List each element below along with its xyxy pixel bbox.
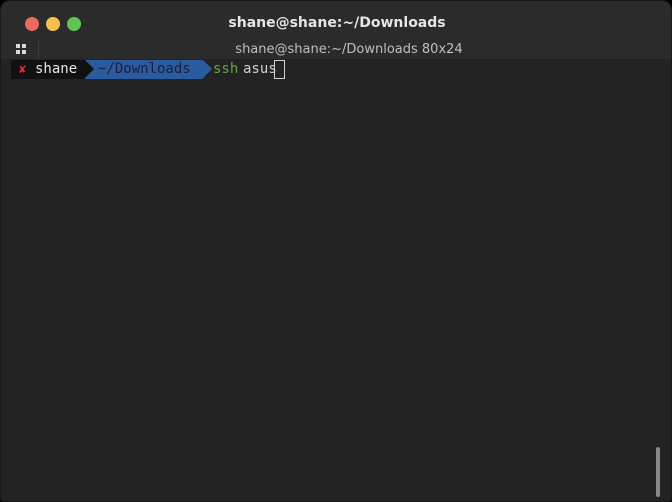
prompt-separator-arrow [85, 60, 94, 78]
tab-bar: shane@shane:~/Downloads 80x24 [1, 41, 671, 59]
terminal-window: shane@shane:~/Downloads shane@shane:~/Do… [0, 0, 672, 502]
text-cursor [274, 60, 285, 79]
window-title: shane@shane:~/Downloads [228, 15, 446, 31]
title-bar[interactable]: shane@shane:~/Downloads [1, 1, 671, 42]
command-text: ssh [213, 61, 239, 77]
error-status-icon: ✘ [19, 62, 27, 76]
prompt-separator-arrow-end [203, 60, 212, 78]
prompt-user: shane [35, 61, 78, 77]
command-argument: asus [243, 61, 277, 77]
prompt-directory: ~/Downloads [98, 61, 191, 77]
scrollbar-thumb[interactable] [656, 447, 660, 497]
tab-title[interactable]: shane@shane:~/Downloads 80x24 [1, 41, 671, 59]
terminal-area[interactable]: ✘ shane ~/Downloads ssh asus [1, 59, 671, 501]
